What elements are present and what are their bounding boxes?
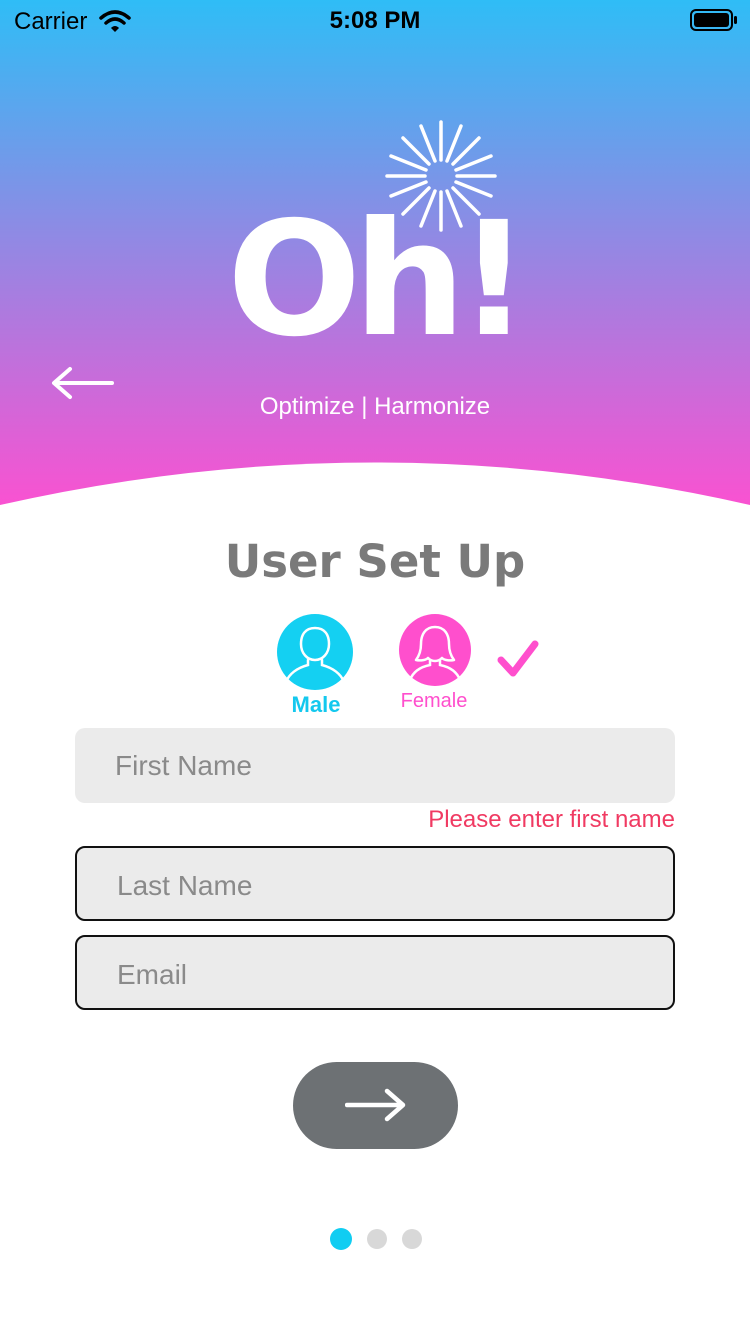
page-dot-2: [367, 1229, 387, 1249]
page-dot-3: [402, 1229, 422, 1249]
checkmark-icon: [497, 640, 539, 677]
tagline: Optimize | Harmonize: [259, 393, 491, 420]
male-avatar-icon: [284, 626, 346, 684]
email-field[interactable]: Email: [75, 935, 675, 1010]
page-dot-1-active: [330, 1228, 352, 1250]
first-name-error: Please enter first name: [428, 806, 675, 833]
female-avatar-icon: [408, 625, 462, 682]
female-label: Female: [400, 690, 468, 712]
male-label: Male: [291, 692, 341, 717]
battery-icon: [690, 9, 737, 31]
next-button[interactable]: [293, 1062, 458, 1149]
male-option-button[interactable]: [277, 614, 353, 690]
first-name-field[interactable]: First Name: [75, 728, 675, 803]
logo-text: Oh!: [227, 188, 530, 372]
status-time: 5:08 PM: [329, 7, 421, 34]
page-title: User Set Up: [224, 535, 526, 588]
next-arrow-icon: [345, 1088, 406, 1122]
logo: Oh!: [225, 118, 530, 388]
status-bar: Carrier 5:08 PM: [0, 0, 750, 40]
last-name-field[interactable]: Last Name: [75, 846, 675, 921]
female-option-button[interactable]: [399, 614, 471, 686]
